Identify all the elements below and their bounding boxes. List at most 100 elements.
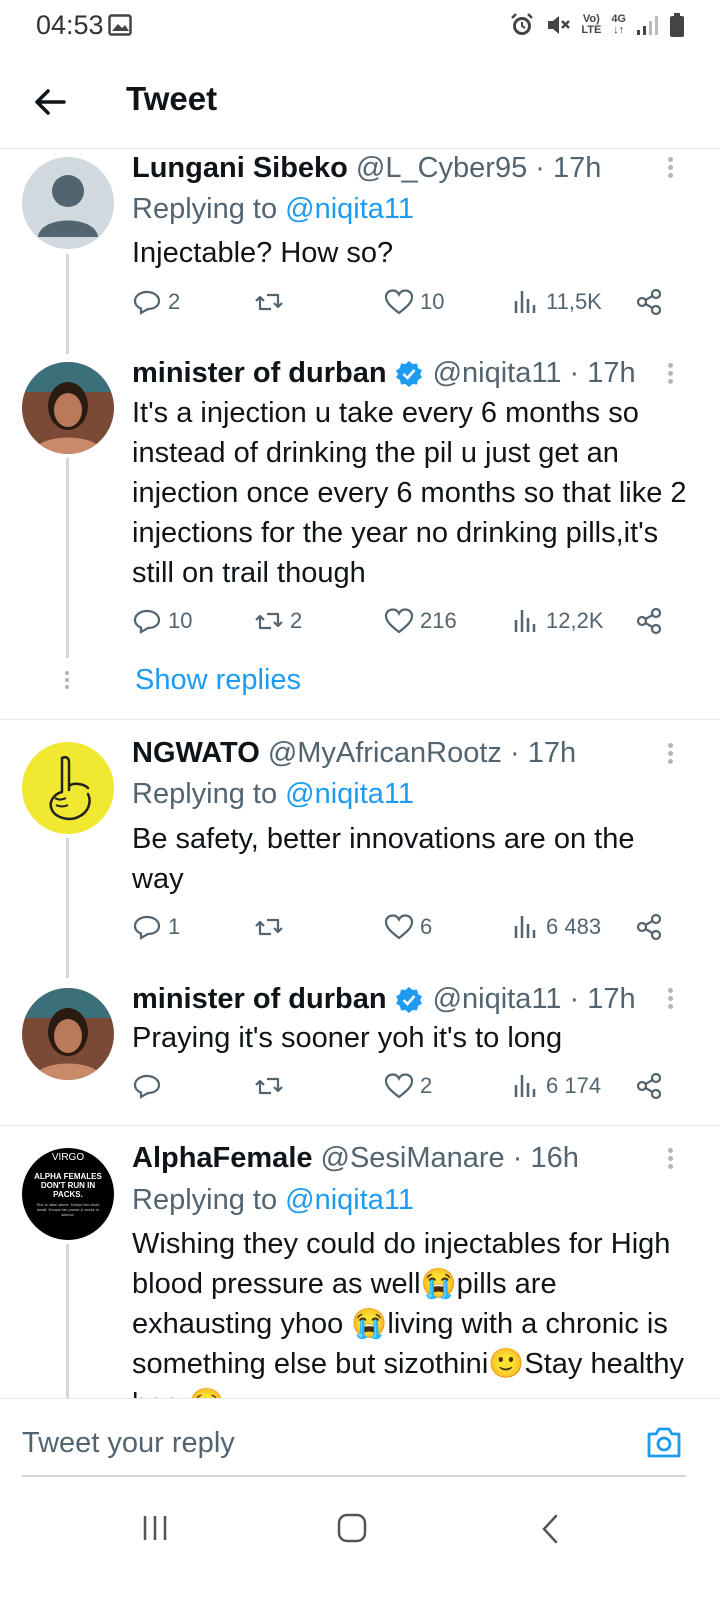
reply-icon xyxy=(133,915,161,940)
retweet-icon xyxy=(255,1077,283,1095)
tweet-actions: 2 10 11,5K xyxy=(132,287,672,327)
tweet-text: Be safety, better innovations are on the… xyxy=(132,823,635,895)
replying-to-handle[interactable]: @niqita11 xyxy=(285,1184,414,1216)
display-name[interactable]: minister of durban xyxy=(132,983,387,1016)
profile-photo xyxy=(22,988,114,1080)
timestamp: · 17h xyxy=(510,737,577,769)
network-type: 4G ↓↑ xyxy=(611,13,626,36)
back-nav-icon[interactable] xyxy=(540,1514,560,1544)
tweet-text: Praying it's sooner yoh it's to long xyxy=(132,1022,563,1054)
show-replies-link[interactable]: Show replies xyxy=(135,664,301,697)
views-button[interactable]: 6 483 xyxy=(510,912,601,942)
reply-icon xyxy=(133,609,161,634)
heart-icon xyxy=(384,289,414,315)
display-name[interactable]: AlphaFemale xyxy=(132,1142,313,1175)
system-nav-bar xyxy=(0,1480,720,1600)
share-button[interactable] xyxy=(634,912,664,942)
hand-sign-icon xyxy=(49,755,91,821)
home-icon[interactable] xyxy=(337,1513,367,1543)
heart-icon xyxy=(384,608,414,634)
reply-button[interactable] xyxy=(132,1071,168,1101)
verified-badge-icon xyxy=(395,986,422,1013)
handle[interactable]: @niqita11 xyxy=(433,983,562,1016)
tweet-header: NGWATO @MyAfricanRootz · 17h xyxy=(132,737,576,770)
clock: 04:53 xyxy=(36,10,104,40)
timestamp: · 17h xyxy=(535,152,602,184)
retweet-icon xyxy=(255,918,283,936)
share-button[interactable] xyxy=(634,1071,664,1101)
display-name[interactable]: minister of durban xyxy=(132,357,387,390)
display-name[interactable]: NGWATO xyxy=(132,737,260,770)
back-arrow-icon[interactable] xyxy=(30,82,70,122)
handle[interactable]: @SesiManare xyxy=(321,1142,505,1175)
share-icon xyxy=(636,1072,662,1100)
retweet-button[interactable]: 2 xyxy=(254,606,302,636)
thread-line xyxy=(66,254,69,354)
reply-input[interactable]: Tweet your reply xyxy=(22,1427,235,1460)
tweet-text: Wishing they could do injectables for Hi… xyxy=(132,1228,684,1398)
avatar-minister-of-durban[interactable] xyxy=(22,988,114,1080)
timestamp: · 17h xyxy=(569,983,636,1015)
views-icon xyxy=(514,1075,536,1097)
more-options-icon[interactable] xyxy=(664,360,676,388)
retweet-button[interactable] xyxy=(254,287,290,317)
gallery-notification-icon xyxy=(108,14,132,36)
avatar-minister-of-durban[interactable] xyxy=(22,362,114,454)
alarm-icon xyxy=(511,13,534,35)
mute-icon xyxy=(548,16,571,34)
signal-icon xyxy=(637,16,658,35)
like-button[interactable]: 216 xyxy=(384,606,457,636)
heart-icon xyxy=(384,914,414,940)
display-name[interactable]: Lungani Sibeko xyxy=(132,152,348,185)
replying-to-handle[interactable]: @niqita11 xyxy=(285,193,414,225)
views-button[interactable]: 6 174 xyxy=(510,1071,601,1101)
reply-button[interactable]: 1 xyxy=(132,912,180,942)
reply-icon xyxy=(133,1074,161,1099)
volte-indicator: Vo) LTE xyxy=(581,13,602,36)
share-button[interactable] xyxy=(634,606,664,636)
verified-badge-icon xyxy=(395,360,422,387)
views-icon xyxy=(514,291,536,313)
views-button[interactable]: 12,2K xyxy=(510,606,604,636)
views-icon xyxy=(514,916,536,938)
header: Tweet xyxy=(0,52,720,149)
handle[interactable]: @L_Cyber95 xyxy=(356,152,527,185)
default-user-icon xyxy=(38,175,98,237)
avatar-ngwato[interactable] xyxy=(22,742,114,834)
retweet-button[interactable] xyxy=(254,912,290,942)
more-options-icon[interactable] xyxy=(664,740,676,768)
share-icon xyxy=(636,913,662,941)
more-options-icon[interactable] xyxy=(664,154,676,182)
retweet-button[interactable] xyxy=(254,1071,290,1101)
avatar-alphafemale[interactable]: VIRGO ALPHA FEMALES DON'T RUN IN PACKS. Sh… xyxy=(22,1148,114,1240)
more-options-icon[interactable] xyxy=(664,1145,676,1173)
replying-to: Replying to @niqita11 xyxy=(132,1184,415,1216)
share-icon xyxy=(636,607,662,635)
share-button[interactable] xyxy=(634,287,664,317)
replying-to-handle[interactable]: @niqita11 xyxy=(285,778,414,810)
profile-photo xyxy=(22,362,114,454)
more-options-icon[interactable] xyxy=(664,985,676,1013)
views-icon xyxy=(514,610,536,632)
recent-apps-icon[interactable] xyxy=(142,1514,168,1542)
camera-icon[interactable] xyxy=(646,1425,682,1459)
reply-button[interactable]: 2 xyxy=(132,287,180,317)
handle[interactable]: @MyAfricanRootz xyxy=(268,737,502,770)
reply-button[interactable]: 10 xyxy=(132,606,192,636)
replying-to: Replying to @niqita11 xyxy=(132,193,415,225)
reply-composer: Tweet your reply xyxy=(0,1398,720,1479)
views-button[interactable]: 11,5K xyxy=(510,287,602,317)
avatar-default[interactable] xyxy=(22,157,114,249)
replying-to: Replying to @niqita11 xyxy=(132,778,415,810)
like-button[interactable]: 2 xyxy=(384,1071,432,1101)
input-underline xyxy=(22,1475,686,1477)
tweet-header: minister of durban @niqita11 · 17h xyxy=(132,983,636,1016)
battery-icon xyxy=(670,13,684,37)
heart-icon xyxy=(384,1073,414,1099)
divider xyxy=(0,1125,720,1126)
like-button[interactable]: 6 xyxy=(384,912,432,942)
like-button[interactable]: 10 xyxy=(384,287,444,317)
handle[interactable]: @niqita11 xyxy=(433,357,562,390)
reply-icon xyxy=(133,290,161,315)
timestamp: · 17h xyxy=(569,357,636,389)
